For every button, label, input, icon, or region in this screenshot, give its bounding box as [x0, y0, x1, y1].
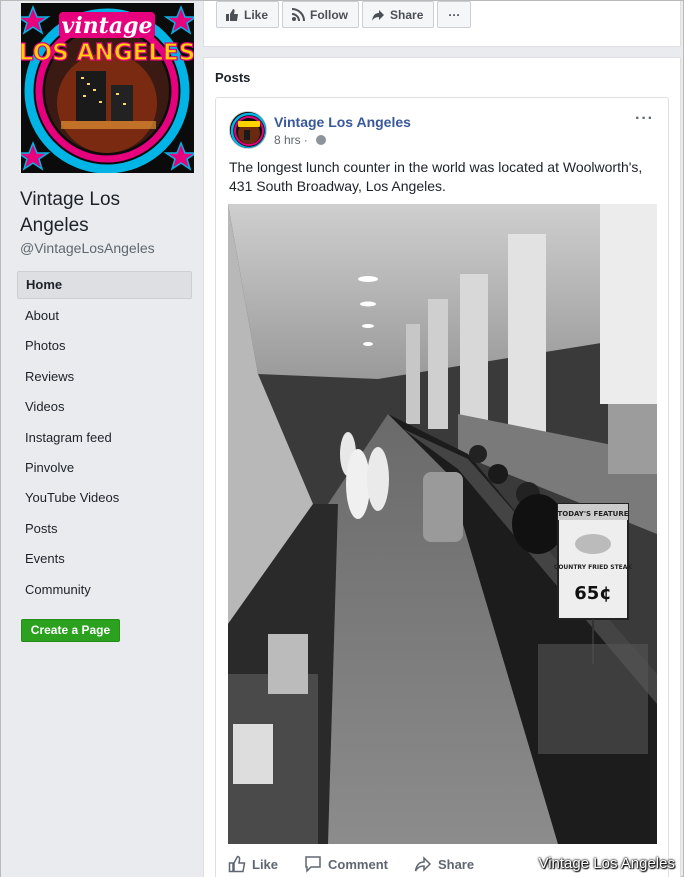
page-name[interactable]: Vintage Los Angeles	[20, 187, 190, 239]
sidebar-item-youtube-videos[interactable]: YouTube Videos	[17, 483, 192, 513]
share-page-label: Share	[390, 7, 424, 22]
more-options-label: ···	[448, 7, 461, 22]
share-page-button[interactable]: Share	[362, 1, 435, 28]
photo-sign-price: 65¢	[574, 583, 612, 604]
sidebar-nav: Home About Photos Reviews Videos Instagr…	[17, 271, 192, 605]
follow-page-button[interactable]: Follow	[282, 1, 360, 28]
photo-sign-title: TODAY'S FEATURE	[557, 510, 628, 518]
sidebar-item-photos[interactable]: Photos	[17, 331, 192, 361]
post-like-label: Like	[252, 856, 279, 872]
post-card: Vintage Los Angeles 8 hrs · ··· The long…	[215, 97, 669, 877]
logo-text-main: LOS ANGELES	[21, 40, 194, 66]
sidebar-item-instagram-feed[interactable]: Instagram feed	[17, 423, 192, 453]
sidebar-item-about[interactable]: About	[17, 301, 192, 331]
posts-section-title: Posts	[215, 70, 251, 85]
page-profile-logo[interactable]: vintage LOS ANGELES	[21, 3, 194, 173]
public-globe-icon[interactable]	[315, 135, 326, 145]
post-photo[interactable]: TODAY'S FEATURE COUNTRY FRIED STEAK 65¢	[228, 204, 657, 844]
like-page-button[interactable]: Like	[216, 1, 280, 28]
left-sidebar: vintage LOS ANGELES Vintage Los Angeles …	[1, 1, 206, 877]
page-handle[interactable]: @VintageLosAngeles	[20, 240, 155, 256]
post-meta: 8 hrs ·	[274, 133, 326, 147]
post-more-button[interactable]: ···	[635, 110, 654, 128]
watermark-text: Vintage Los Angeles	[538, 855, 675, 872]
share-arrow-outline-icon	[414, 856, 432, 872]
browser-frame: vintage LOS ANGELES Vintage Los Angeles …	[0, 0, 684, 877]
comment-bubble-icon	[305, 856, 321, 873]
sidebar-item-home[interactable]: Home	[17, 271, 192, 299]
thumbs-up-outline-icon	[228, 855, 246, 873]
follow-page-label: Follow	[310, 7, 349, 22]
post-comment-label: Comment	[328, 856, 388, 872]
share-arrow-icon	[371, 8, 385, 22]
sidebar-item-community[interactable]: Community	[17, 575, 192, 605]
post-share-button[interactable]: Share	[414, 855, 474, 873]
sidebar-item-pinvolve[interactable]: Pinvolve	[17, 453, 192, 483]
post-like-button[interactable]: Like	[228, 855, 278, 873]
post-author-name[interactable]: Vintage Los Angeles	[274, 114, 411, 130]
sidebar-item-reviews[interactable]: Reviews	[17, 362, 192, 392]
post-comment-button[interactable]: Comment	[304, 855, 388, 873]
sidebar-item-events[interactable]: Events	[17, 544, 192, 574]
create-page-button[interactable]: Create a Page	[21, 619, 120, 642]
page-action-bar: Like Follow Share ···	[203, 1, 681, 47]
sidebar-item-videos[interactable]: Videos	[17, 392, 192, 422]
thumbs-up-icon	[225, 8, 239, 22]
post-text: The longest lunch counter in the world w…	[229, 159, 643, 194]
sidebar-item-posts[interactable]: Posts	[17, 514, 192, 544]
photo-sign-dish: COUNTRY FRIED STEAK	[554, 564, 632, 571]
post-timestamp[interactable]: 8 hrs	[274, 133, 301, 147]
more-options-button[interactable]: ···	[437, 1, 472, 28]
rss-follow-icon	[291, 7, 306, 22]
post-author-avatar[interactable]	[229, 111, 267, 149]
post-share-label: Share	[437, 856, 475, 872]
logo-text-top: vintage	[62, 13, 153, 39]
posts-section: Posts Vintage Los Angeles 8 hrs · ··· Th…	[203, 57, 681, 877]
like-page-label: Like	[244, 7, 269, 22]
